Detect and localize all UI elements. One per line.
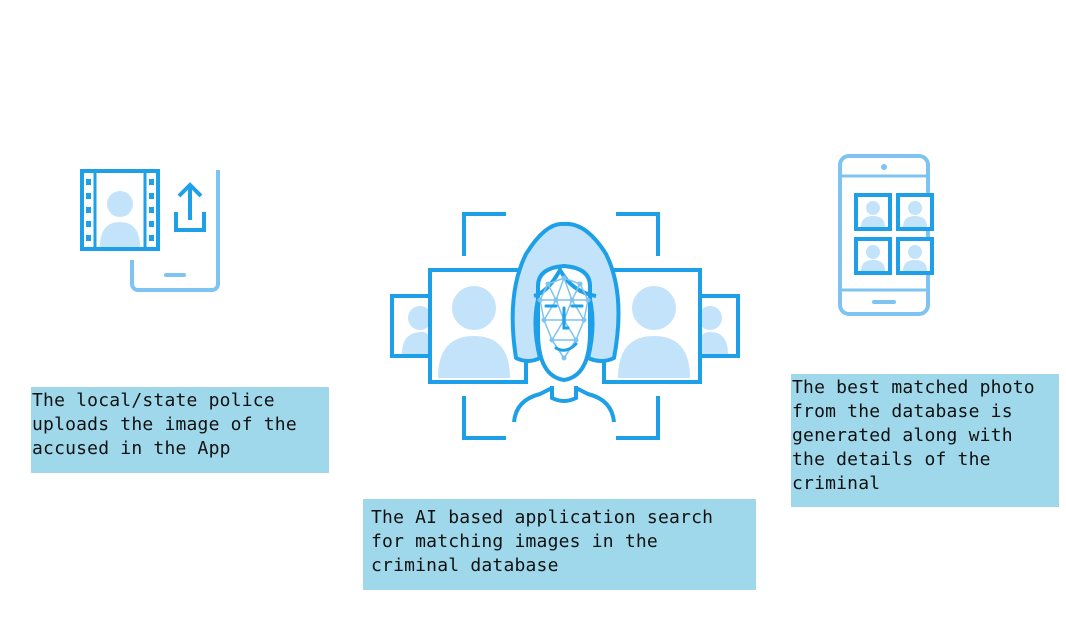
face-recognition-icon: [390, 212, 740, 440]
step-caption-upload: The local/state police uploads the image…: [31, 387, 329, 473]
phone-photo-grid-icon: [838, 154, 934, 316]
photo-upload-phone-icon: [80, 169, 220, 292]
step-caption-result: The best matched photo from the database…: [791, 374, 1059, 507]
step-caption-search: The AI based application search for matc…: [363, 499, 756, 590]
